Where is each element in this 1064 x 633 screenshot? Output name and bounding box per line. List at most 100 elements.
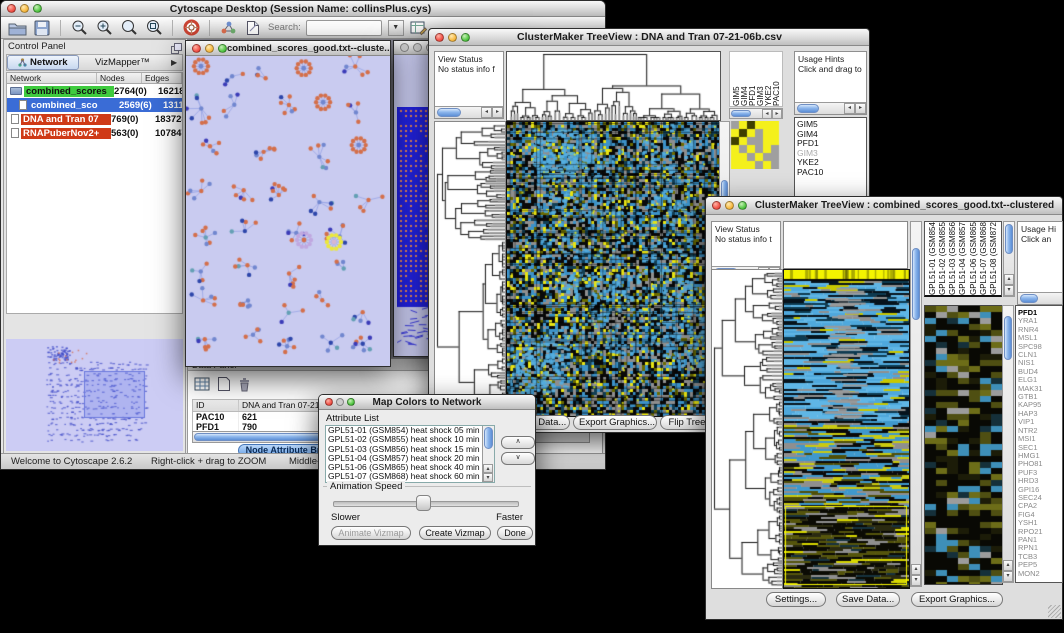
close-button[interactable] <box>7 4 16 13</box>
gene-label[interactable]: KAP95 <box>1016 401 1062 409</box>
col-network[interactable]: Network <box>7 73 97 83</box>
attribute-listbox[interactable]: GPL51-01 (GSM854) heat shock 05 minGPL51… <box>325 425 495 483</box>
usage-hints-scrollbar[interactable] <box>1018 292 1062 304</box>
tab-network[interactable]: Network <box>7 55 79 70</box>
column-label[interactable]: GPL51-07 (GSM868) <box>979 222 988 295</box>
dialog-titlebar[interactable]: Map Colors to Network <box>319 395 535 410</box>
minimize-button[interactable] <box>20 4 29 13</box>
gene-label[interactable]: SEC1 <box>1016 444 1062 452</box>
gene-label[interactable]: PAC10 <box>795 168 866 178</box>
zoom-in-icon[interactable] <box>94 19 114 37</box>
zoom-button[interactable] <box>461 33 470 42</box>
column-label[interactable]: GIM3 <box>756 52 764 106</box>
minimize-button[interactable] <box>725 201 734 210</box>
new-attribute-icon[interactable] <box>217 376 231 397</box>
network-list-row[interactable]: RNAPuberNov2+563(0)107847(0) <box>7 126 182 140</box>
listbox-vscrollbar[interactable]: ▴ ▾ <box>482 426 494 482</box>
gene-label[interactable]: FIG4 <box>1016 511 1062 519</box>
close-button[interactable] <box>325 398 333 406</box>
gene-label[interactable]: MSI1 <box>1016 435 1062 443</box>
open-file-icon[interactable] <box>7 19 27 37</box>
gene-label[interactable]: PHO81 <box>1016 460 1062 468</box>
zoom-vscrollbar[interactable]: ▴ ▾ <box>1002 305 1014 583</box>
view-status-scrollbar[interactable]: ◂ ▸ <box>435 106 503 118</box>
column-dendrogram-canvas[interactable] <box>506 51 721 121</box>
column-label[interactable]: GPL51-02 (GSM855) <box>938 222 947 295</box>
scrollbar-thumb[interactable] <box>437 108 461 117</box>
heatmap-canvas[interactable] <box>506 121 720 417</box>
save-icon[interactable] <box>32 19 52 37</box>
minimize-button[interactable] <box>336 398 344 406</box>
zoom-button[interactable] <box>33 4 42 13</box>
scroll-left-arrow[interactable]: ◂ <box>844 103 855 114</box>
gene-label[interactable]: SPC98 <box>1016 343 1062 351</box>
settings-button[interactable]: Settings... <box>766 592 826 607</box>
heatmap-canvas[interactable] <box>783 269 910 589</box>
gene-label[interactable]: RNR4 <box>1016 326 1062 334</box>
gene-label[interactable]: HRD3 <box>1016 477 1062 485</box>
help-lifering-icon[interactable] <box>181 19 201 37</box>
column-labels-vscrollbar[interactable]: ▴ ▾ <box>1003 221 1015 297</box>
select-attributes-icon[interactable] <box>194 376 211 397</box>
gene-label[interactable]: RPO21 <box>1016 528 1062 536</box>
search-dropdown-arrow[interactable]: ▼ <box>388 20 404 36</box>
gene-label[interactable]: VIP1 <box>1016 418 1062 426</box>
column-label[interactable]: GPL51-08 (GSM872) <box>989 222 998 295</box>
scroll-down-arrow[interactable]: ▾ <box>1003 571 1013 582</box>
speed-slider-thumb[interactable] <box>416 495 431 511</box>
network-list-row[interactable]: combined_sco2569(6)13112(15) <box>7 98 182 112</box>
tab-vizmapper[interactable]: VizMapper™ <box>79 55 167 70</box>
attribute-list-item[interactable]: GPL51-01 (GSM854) heat shock 05 min <box>326 426 483 435</box>
attribute-list-item[interactable]: GPL51-06 (GSM865) heat shock 40 min <box>326 463 483 472</box>
zoom-fit-icon[interactable] <box>119 19 139 37</box>
close-button[interactable] <box>400 43 409 52</box>
gene-label[interactable]: GTB1 <box>1016 393 1062 401</box>
scrollbar-thumb[interactable] <box>1020 294 1038 303</box>
gene-label[interactable]: YRA1 <box>1016 317 1062 325</box>
zoom-button[interactable] <box>347 398 355 406</box>
close-button[interactable] <box>192 44 201 53</box>
zoom-button[interactable] <box>218 44 227 53</box>
minimize-button[interactable] <box>448 33 457 42</box>
gene-label[interactable]: YKE2 <box>795 158 866 168</box>
gene-label[interactable]: ELG1 <box>1016 376 1062 384</box>
gene-label[interactable]: GPI16 <box>1016 486 1062 494</box>
attribute-list-item[interactable]: GPL51-03 (GSM856) heat shock 15 min <box>326 445 483 454</box>
zoom-selected-icon[interactable] <box>144 19 164 37</box>
scrollbar-thumb[interactable] <box>912 248 920 320</box>
done-button[interactable]: Done <box>497 526 533 540</box>
plugin-network-icon[interactable] <box>218 19 238 37</box>
close-button[interactable] <box>712 201 721 210</box>
gene-label[interactable]: TCB3 <box>1016 553 1062 561</box>
scroll-up-arrow[interactable]: ▴ <box>911 564 921 575</box>
column-label[interactable]: GPL51-04 (GSM857) <box>958 222 967 295</box>
gene-label[interactable]: MON2 <box>1016 570 1062 578</box>
col-id[interactable]: ID <box>193 400 239 411</box>
column-label[interactable]: GPL51-03 (GSM856) <box>948 222 957 295</box>
scroll-right-arrow[interactable]: ▸ <box>855 103 866 114</box>
column-label[interactable]: YKE2 <box>764 52 772 106</box>
minimize-button[interactable] <box>413 43 422 52</box>
scroll-left-arrow[interactable]: ◂ <box>762 109 772 119</box>
heatmap-vscrollbar[interactable]: ▴ ▾ <box>910 221 922 587</box>
column-label[interactable]: GIM5 <box>732 52 740 106</box>
gene-label[interactable]: PUF3 <box>1016 469 1062 477</box>
row-dendrogram-canvas[interactable] <box>434 121 506 417</box>
gene-label[interactable]: RPN1 <box>1016 544 1062 552</box>
gene-label[interactable]: NTR2 <box>1016 427 1062 435</box>
zoom-heatmap-canvas[interactable] <box>924 305 1003 585</box>
close-button[interactable] <box>435 33 444 42</box>
zoom-button[interactable] <box>738 201 747 210</box>
gene-label[interactable]: PAN1 <box>1016 536 1062 544</box>
scroll-up-arrow[interactable]: ▴ <box>483 464 493 473</box>
gene-label[interactable]: BUD4 <box>1016 368 1062 376</box>
delete-attribute-icon[interactable] <box>237 376 252 397</box>
annotation-icon[interactable] <box>243 19 263 37</box>
tv1-titlebar[interactable]: ClusterMaker TreeView : DNA and Tran 07-… <box>429 29 869 46</box>
gene-label[interactable]: CPA2 <box>1016 502 1062 510</box>
resize-grip[interactable] <box>1048 605 1061 618</box>
export-graphics-button[interactable]: Export Graphics... <box>911 592 1003 607</box>
scroll-down-arrow[interactable]: ▾ <box>483 473 493 482</box>
attribute-list-item[interactable]: GPL51-02 (GSM855) heat shock 10 min <box>326 435 483 444</box>
column-label[interactable]: GPL51-06 (GSM865) <box>969 222 978 295</box>
